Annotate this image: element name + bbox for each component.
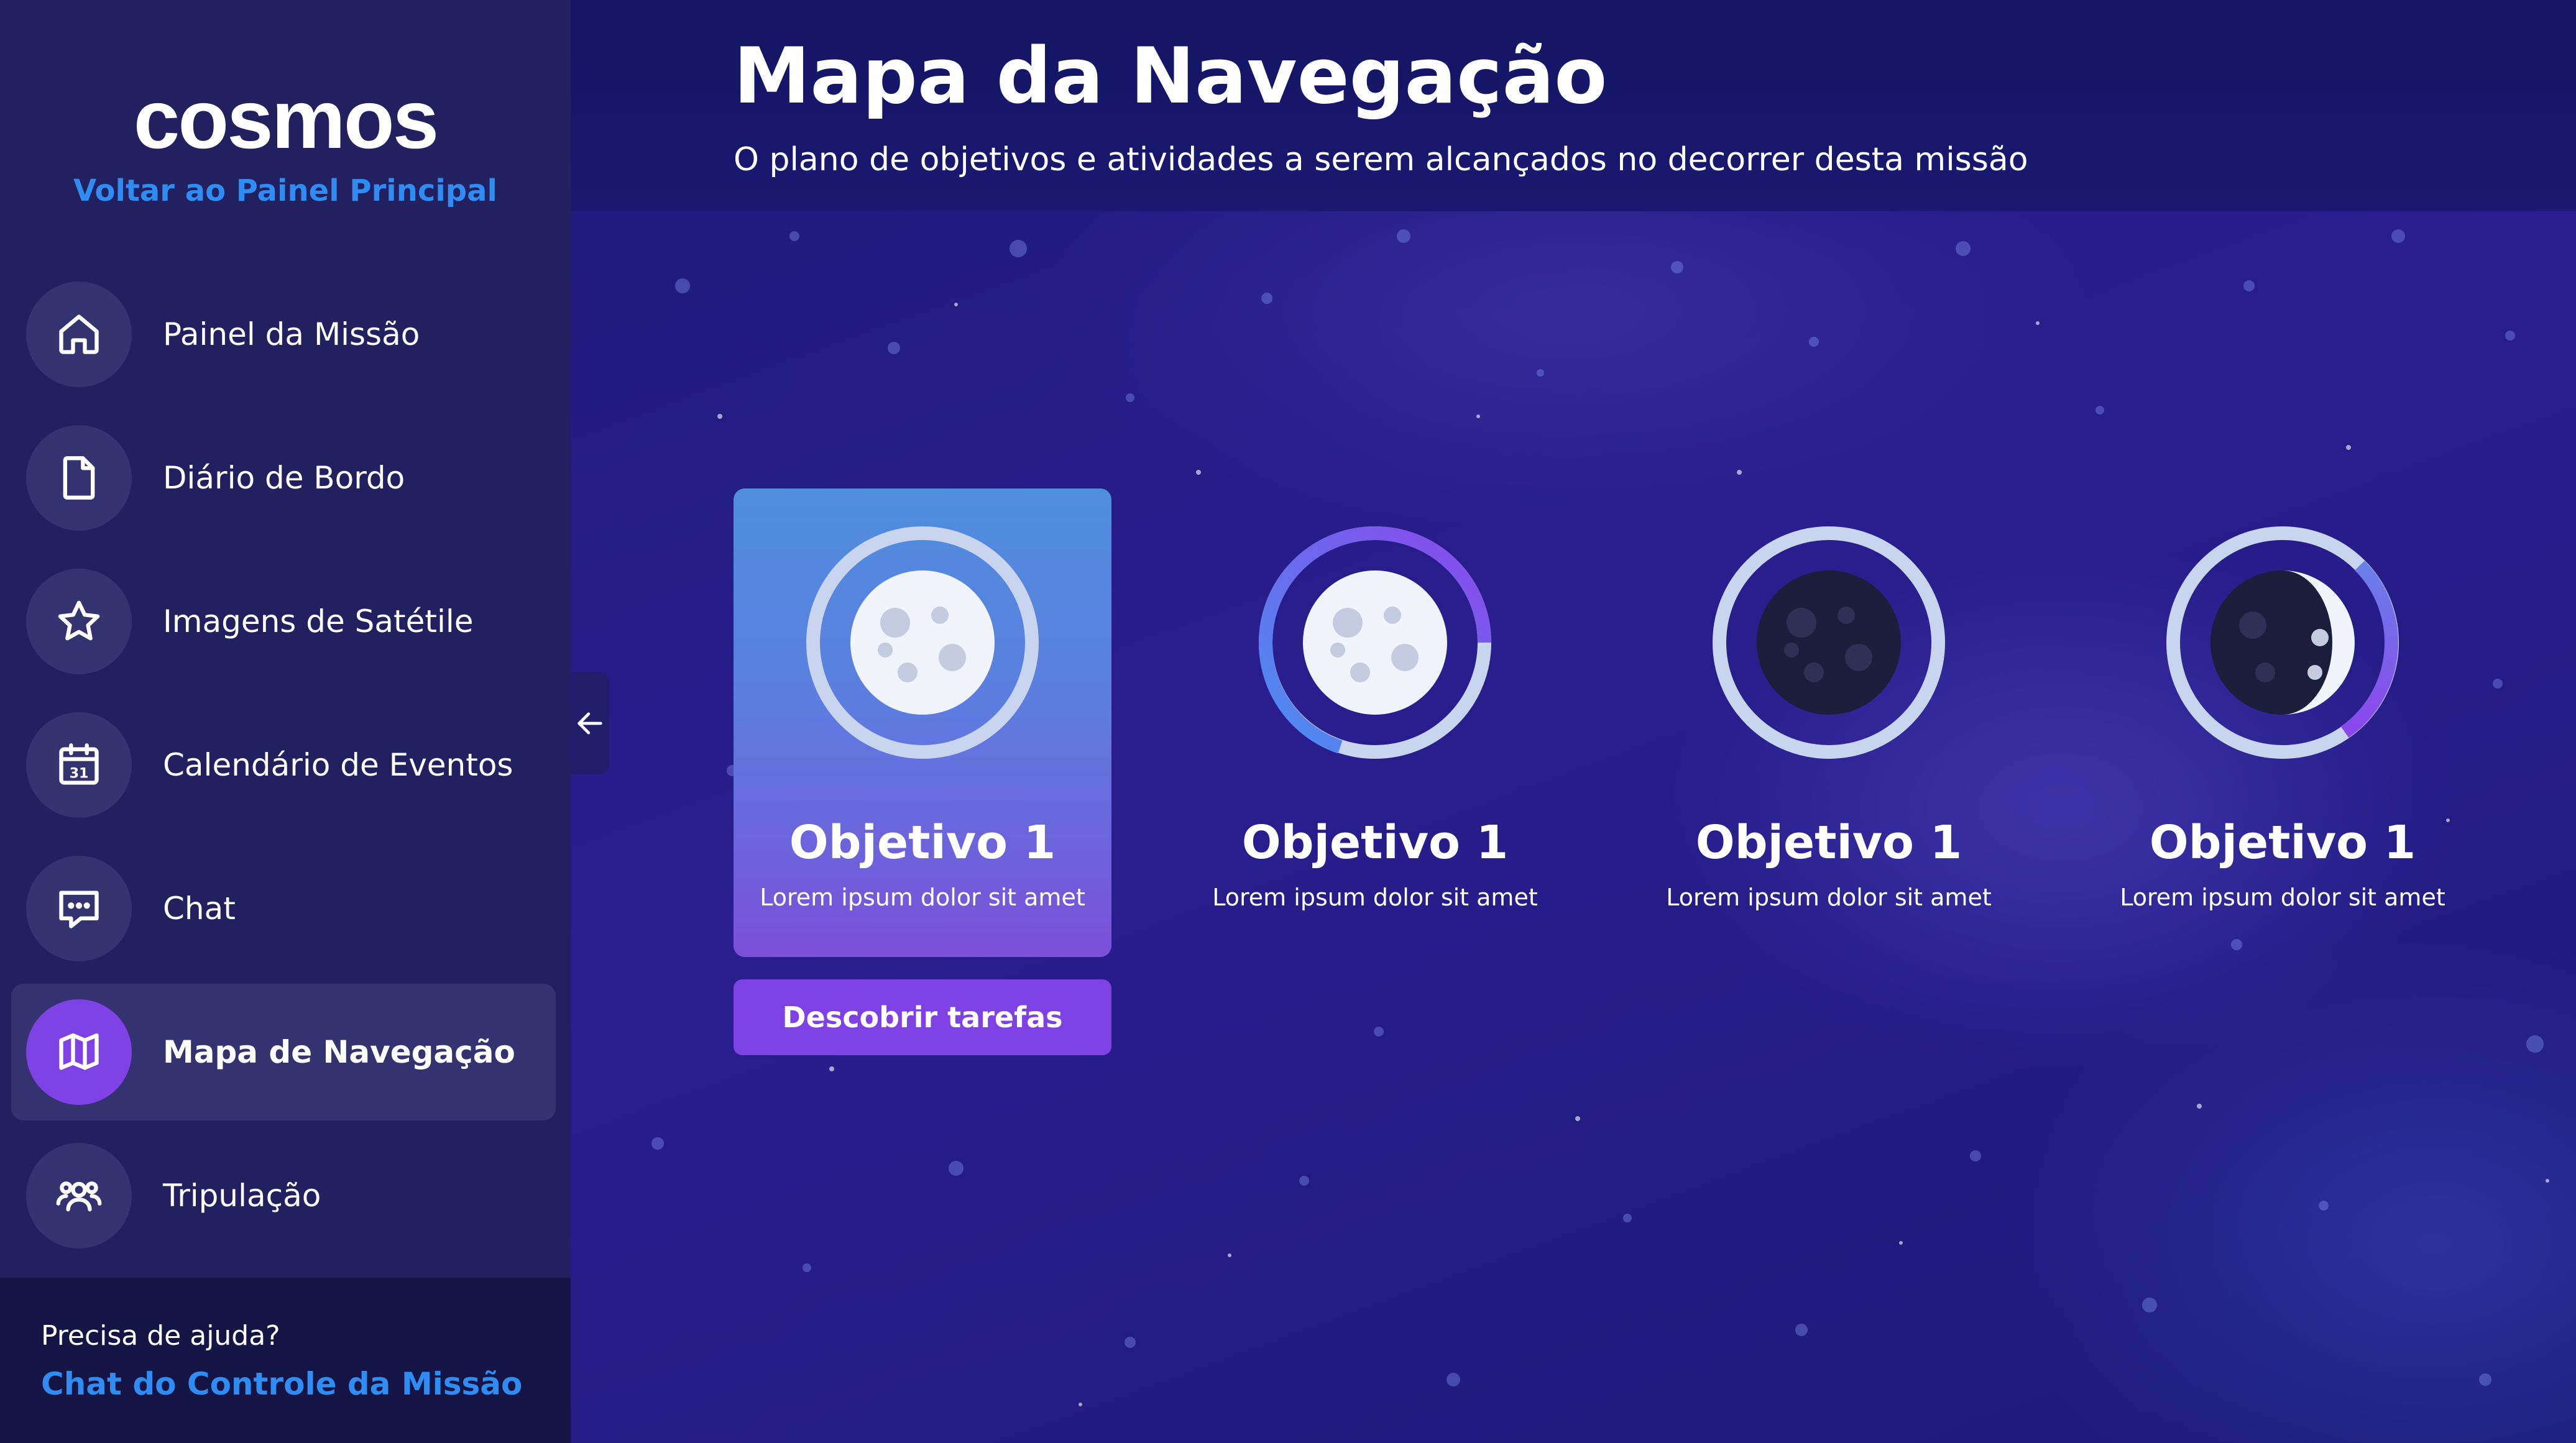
sidebar: cosmos Voltar ao Painel Principal Painel… [0, 0, 571, 1443]
page-subtitle: O plano de objetivos e atividades a sere… [734, 141, 2028, 178]
sidebar-item-label: Imagens de Satétile [163, 603, 474, 639]
objective-card[interactable]: Objetivo 1 Lorem ipsum dolor sit amet [1186, 488, 1564, 957]
map-icon [26, 999, 132, 1105]
objective-description: Lorem ipsum dolor sit amet [1212, 884, 1538, 911]
sidebar-item-events-calendar[interactable]: 31 Calendário de Eventos [11, 697, 556, 833]
collapse-sidebar-button[interactable] [571, 672, 609, 774]
objective-title: Objetivo 1 [789, 816, 1056, 869]
discover-tasks-button[interactable]: Descobrir tarefas [734, 979, 1111, 1055]
sidebar-item-label: Calendário de Eventos [163, 747, 513, 783]
mission-control-chat-link[interactable]: Chat do Controle da Missão [41, 1366, 522, 1402]
sidebar-item-label: Tripulação [163, 1178, 321, 1214]
star-icon [26, 569, 132, 674]
sidebar-item-label: Chat [163, 891, 236, 927]
objective-description: Lorem ipsum dolor sit amet [2120, 884, 2445, 911]
sidebar-item-label: Painel da Missão [163, 316, 420, 352]
help-question: Precisa de ajuda? [41, 1320, 280, 1352]
calendar-icon: 31 [26, 712, 132, 818]
home-icon [26, 282, 132, 387]
arrow-left-icon [577, 712, 602, 735]
page-title: Mapa da Navegação [734, 32, 1608, 121]
objective-title: Objetivo 1 [1695, 816, 1962, 869]
sidebar-item-mission-panel[interactable]: Painel da Missão [11, 266, 556, 403]
back-to-main-panel-link[interactable]: Voltar ao Painel Principal [0, 169, 571, 213]
new-moon-icon [1704, 518, 1953, 767]
objective-title: Objetivo 1 [2149, 816, 2416, 869]
quarter-moon-icon [2158, 518, 2407, 767]
sidebar-item-crew[interactable]: Tripulação [11, 1127, 556, 1264]
sidebar-item-logbook[interactable]: Diário de Bordo [11, 410, 556, 546]
objective-description: Lorem ipsum dolor sit amet [760, 884, 1085, 911]
objective-card[interactable]: Objetivo 1 Lorem ipsum dolor sit amet [1640, 488, 2018, 957]
help-panel [0, 1278, 571, 1443]
calendar-day-number: 31 [70, 766, 89, 782]
objective-title: Objetivo 1 [1241, 816, 1509, 869]
objective-card[interactable]: Objetivo 1 Lorem ipsum dolor sit amet [2094, 488, 2472, 957]
objective-card[interactable]: Objetivo 1 Lorem ipsum dolor sit amet [734, 488, 1111, 957]
sidebar-item-navigation-map[interactable]: Mapa de Navegação [11, 984, 556, 1120]
sidebar-item-satellite-images[interactable]: Imagens de Satétile [11, 553, 556, 690]
sidebar-item-label: Mapa de Navegação [163, 1034, 515, 1070]
sidebar-item-chat[interactable]: Chat [11, 840, 556, 977]
document-icon [26, 425, 132, 531]
chat-icon [26, 856, 132, 961]
sidebar-item-label: Diário de Bordo [163, 460, 405, 496]
users-icon [26, 1143, 132, 1248]
full-moon-icon [1251, 518, 1499, 767]
objective-description: Lorem ipsum dolor sit amet [1666, 884, 1992, 911]
full-moon-icon [798, 518, 1047, 767]
app-logo[interactable]: cosmos [0, 73, 571, 167]
